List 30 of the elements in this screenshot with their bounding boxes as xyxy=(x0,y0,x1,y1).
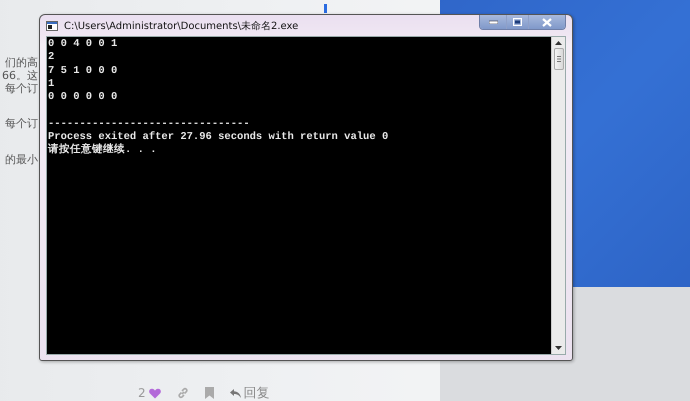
article-text: 每个订 xyxy=(5,117,38,130)
article-text: 们的高 xyxy=(5,56,38,69)
console-line: 0 0 0 0 0 0 xyxy=(48,91,118,104)
reply-button[interactable]: 回复 xyxy=(244,384,270,401)
console-line: 1 xyxy=(48,78,56,92)
console-line: 2 xyxy=(48,51,56,65)
minimize-icon xyxy=(488,20,498,24)
maximize-button[interactable] xyxy=(506,15,528,29)
console-line: 请按任意键继续. . . xyxy=(48,144,158,158)
like-count: 2 xyxy=(138,386,146,400)
scroll-down-icon[interactable] xyxy=(555,346,562,350)
console-app-icon xyxy=(46,20,58,30)
close-icon xyxy=(542,18,552,26)
scroll-up-icon[interactable] xyxy=(555,41,562,45)
maximize-icon xyxy=(513,18,522,26)
link-icon[interactable] xyxy=(176,387,189,399)
reply-arrow-icon xyxy=(230,388,241,398)
article-text: 的最小 xyxy=(5,153,38,166)
vertical-scrollbar[interactable] xyxy=(551,37,565,354)
console-line: 7 5 1 0 0 0 xyxy=(48,64,118,78)
scrollbar-thumb[interactable] xyxy=(554,48,564,70)
bookmark-icon[interactable] xyxy=(204,387,214,399)
article-text: 66。这 xyxy=(2,69,38,82)
article-text: 每个订 xyxy=(5,82,38,95)
window-title: C:\Users\Administrator\Documents\未命名2.exe xyxy=(64,20,298,32)
minimize-button[interactable] xyxy=(480,15,506,29)
heart-icon[interactable] xyxy=(148,388,161,398)
console-line: -------------------------------- xyxy=(48,118,251,131)
console-line: Process exited after 27.96 seconds with return value 0 xyxy=(48,131,390,144)
console-line: 0 0 4 0 0 1 xyxy=(48,38,118,52)
